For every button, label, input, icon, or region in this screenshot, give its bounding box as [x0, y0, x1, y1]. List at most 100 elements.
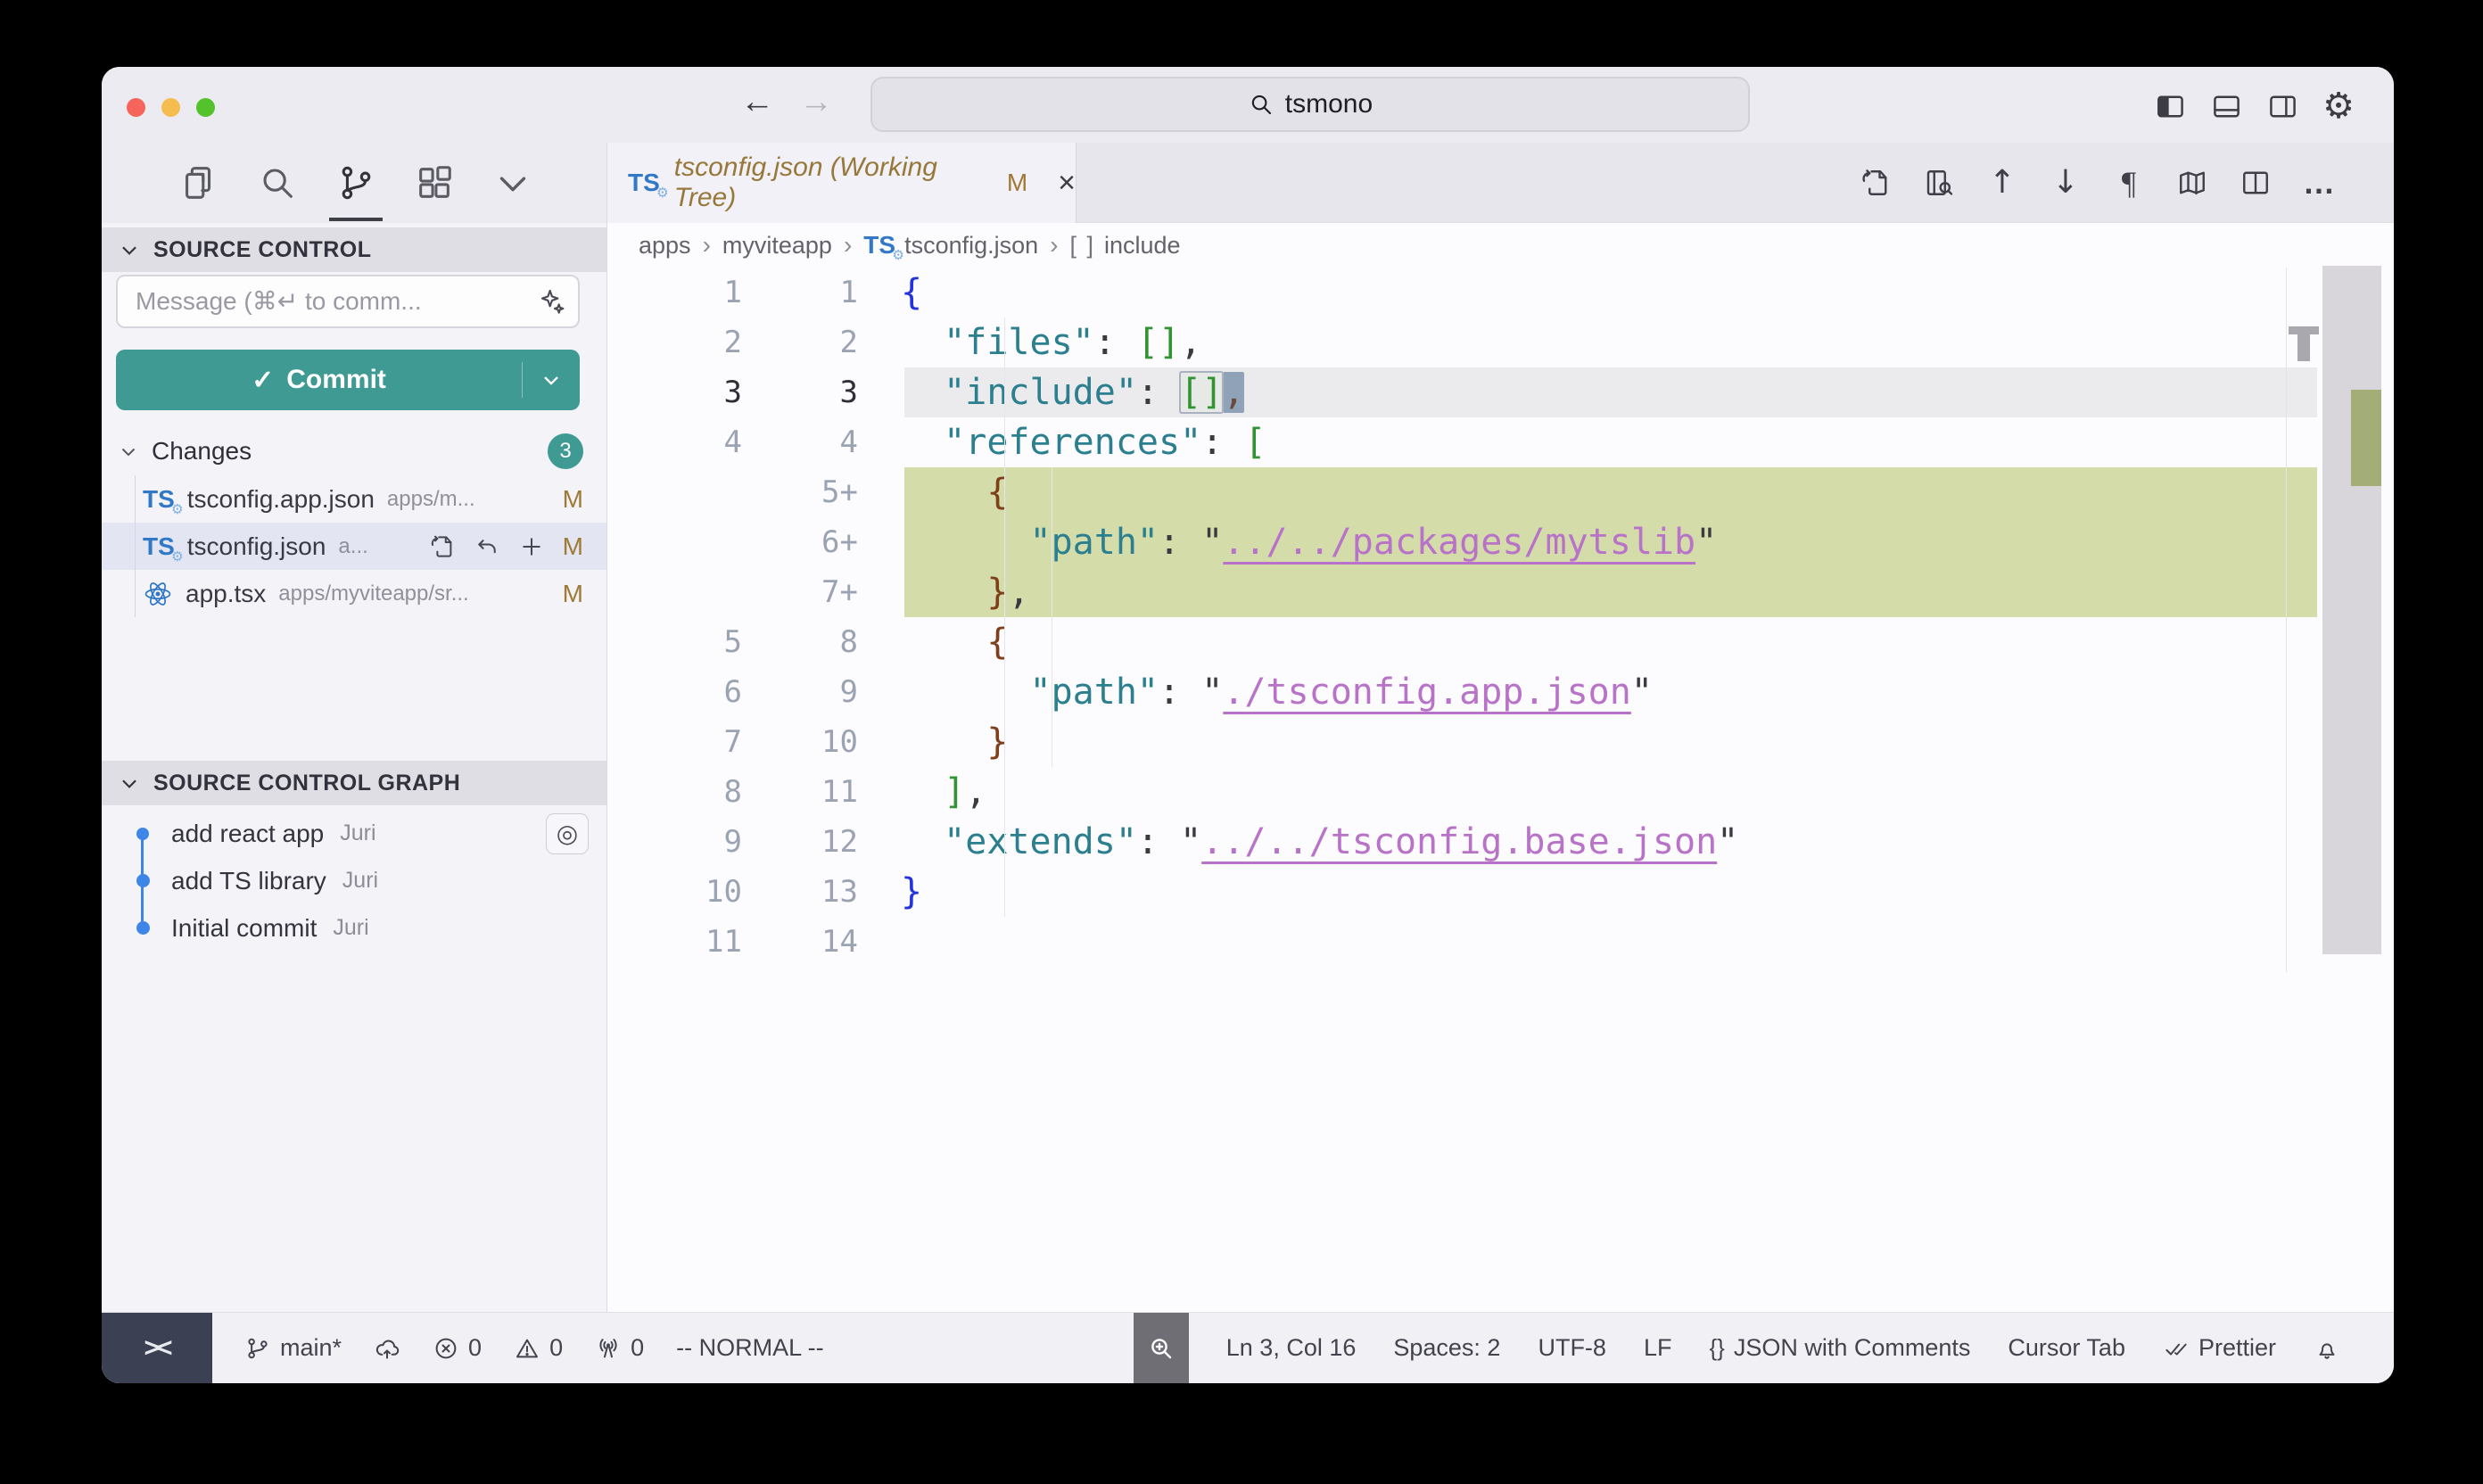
diff-line-row[interactable]: 8 11 ],	[606, 767, 2394, 817]
source-control-sidebar: SOURCE CONTROL ✓ Commit Changes 3 TS⚙ ts…	[102, 223, 606, 1312]
statusbar: >< main* 0 0 0 -- NORMAL -- Ln 3, Col 16 Space…	[102, 1312, 2394, 1383]
statusbar-ln-3-col-16[interactable]: Ln 3, Col 16	[1226, 1334, 1357, 1362]
statusbar-0[interactable]: 0	[433, 1334, 482, 1362]
prev-change-button[interactable]: ↑	[1984, 167, 2020, 199]
commit-dropdown-icon[interactable]	[523, 367, 580, 392]
changed-file-row[interactable]: app.tsx apps/myviteapp/sr... M	[102, 570, 606, 617]
search-value: tsmono	[1285, 89, 1373, 120]
diff-line-row[interactable]: 5+ {	[606, 467, 2394, 517]
file-path: a...	[338, 534, 367, 559]
statusbar-lf[interactable]: LF	[1644, 1334, 1672, 1362]
diff-line-row[interactable]: 7+ },	[606, 567, 2394, 617]
source-control-graph-header[interactable]: SOURCE CONTROL GRAPH	[102, 761, 606, 805]
diff-line-row[interactable]: 11 14	[606, 917, 2394, 967]
activity-source-control-button[interactable]	[334, 143, 378, 223]
breadcrumb-item[interactable]: [ ]include	[1069, 232, 1180, 260]
vertical-scrollbar[interactable]	[2322, 266, 2381, 954]
layout-sidebar-right-button[interactable]	[2266, 88, 2299, 124]
original-line-number	[606, 467, 742, 517]
minimize-window-button[interactable]	[161, 98, 180, 117]
diff-line-row[interactable]: 3 3 "include": [],	[606, 367, 2394, 417]
tab-modified-badge: M	[1007, 169, 1027, 197]
commit-row[interactable]: add TS library Juri	[102, 857, 606, 904]
commit-button[interactable]: ✓ Commit	[116, 350, 580, 410]
tree-indent-guide	[135, 475, 136, 617]
modified-line-number: 1	[742, 268, 858, 317]
statusbar-cloud-upload[interactable]	[374, 1335, 400, 1362]
bell-icon	[2314, 1335, 2340, 1362]
warning-triangle-icon	[514, 1335, 540, 1362]
statusbar-prettier[interactable]: Prettier	[2163, 1334, 2276, 1362]
diff-line-row[interactable]: 6+ "path": "../../packages/mytslib"	[606, 517, 2394, 567]
plus-button[interactable]	[518, 533, 545, 560]
diff-line-row[interactable]: 4 4 "references": [	[606, 417, 2394, 467]
statusbar-normal[interactable]: -- NORMAL --	[676, 1334, 823, 1362]
breadcrumb-item[interactable]: apps	[639, 232, 691, 260]
commit-row[interactable]: Initial commit Juri	[102, 904, 606, 952]
original-line-number	[606, 517, 742, 567]
go-to-file-button[interactable]	[429, 533, 456, 560]
layout-panel-bottom-button[interactable]	[2210, 88, 2243, 124]
statusbar-main[interactable]: main*	[244, 1334, 342, 1362]
window-layout-controls: ⚙	[2154, 88, 2355, 124]
activity-extensions-button[interactable]	[412, 143, 457, 223]
vscode-window: ← → tsmono ⚙ TS⚙ tsconfig.json (Working …	[102, 67, 2394, 1383]
code-line-text: }	[901, 717, 1008, 767]
statusbar-0[interactable]: 0	[595, 1334, 644, 1362]
forward-arrow-icon[interactable]: →	[799, 83, 833, 121]
git-branch-icon	[244, 1335, 271, 1362]
commit-message-input[interactable]	[118, 287, 537, 316]
code-area[interactable]: 1 1 { 2 2 "files": [], 3 3 "include": []…	[606, 268, 2394, 967]
activity-chevron-down-button[interactable]	[491, 143, 535, 223]
map-button[interactable]	[2174, 167, 2210, 199]
commit-row[interactable]: add react app Juri ◎	[102, 810, 606, 857]
zoom-window-button[interactable]	[196, 98, 215, 117]
whitespace-button[interactable]: ¶	[2111, 167, 2147, 199]
goto-current-history-item-button[interactable]: ◎	[546, 813, 589, 854]
changed-file-row[interactable]: TS⚙ tsconfig.json a... M	[102, 523, 606, 570]
sparkle-ai-icon[interactable]	[537, 287, 565, 316]
close-window-button[interactable]	[127, 98, 145, 117]
layout-sidebar-left-button[interactable]	[2154, 88, 2187, 124]
settings-gear-button[interactable]: ⚙	[2322, 88, 2355, 124]
diff-line-row[interactable]: 10 13 }	[606, 867, 2394, 917]
changed-file-row[interactable]: TS⚙ tsconfig.app.json apps/m... M	[102, 475, 606, 523]
more-button[interactable]: …	[2301, 167, 2337, 199]
source-control-header[interactable]: SOURCE CONTROL	[102, 227, 606, 272]
back-arrow-icon[interactable]: ←	[740, 83, 774, 121]
search-icon	[1248, 91, 1274, 118]
close-tab-icon[interactable]: ×	[1058, 166, 1076, 201]
code-line-text: "path": "./tsconfig.app.json"	[901, 667, 1653, 717]
statusbar-bell[interactable]	[2314, 1335, 2340, 1362]
open-preview-button[interactable]	[1921, 167, 1957, 199]
statusbar-spaces-2[interactable]: Spaces: 2	[1393, 1334, 1500, 1362]
command-center-search[interactable]: tsmono	[870, 77, 1750, 132]
commit-author: Juri	[340, 820, 375, 846]
activity-search-button[interactable]	[255, 143, 300, 223]
zoom-indicator-button[interactable]	[1134, 1313, 1189, 1383]
line-highlight-band	[904, 567, 2317, 617]
modified-status-badge: M	[563, 485, 583, 514]
code-line-text: "path": "../../packages/mytslib"	[901, 517, 1717, 567]
statusbar-utf-8[interactable]: UTF-8	[1538, 1334, 1606, 1362]
discard-button[interactable]	[474, 533, 500, 560]
open-changes-button[interactable]	[1858, 167, 1893, 199]
breadcrumb-item[interactable]: myviteapp	[722, 232, 832, 260]
original-line-number: 10	[606, 867, 742, 917]
diff-line-row[interactable]: 2 2 "files": [],	[606, 317, 2394, 367]
changes-section-header[interactable]: Changes 3	[102, 428, 606, 474]
statusbar-cursor-tab[interactable]: Cursor Tab	[2008, 1334, 2125, 1362]
next-change-button[interactable]: ↓	[2048, 167, 2083, 199]
diff-line-row[interactable]: 9 12 "extends": "../../tsconfig.base.jso…	[606, 817, 2394, 867]
breadcrumb-item[interactable]: TS⚙tsconfig.json	[863, 231, 1038, 260]
statusbar-0[interactable]: 0	[514, 1334, 563, 1362]
diff-line-row[interactable]: 6 9 "path": "./tsconfig.app.json"	[606, 667, 2394, 717]
statusbar-json-with-comments[interactable]: {}JSON with Comments	[1709, 1334, 1970, 1362]
remote-indicator-button[interactable]: ><	[102, 1313, 212, 1383]
split-editor-button[interactable]	[2238, 167, 2273, 199]
activity-files-button[interactable]	[177, 143, 221, 223]
diff-line-row[interactable]: 1 1 {	[606, 268, 2394, 317]
tab-tsconfig-working-tree[interactable]: TS⚙ tsconfig.json (Working Tree) M ×	[606, 143, 1077, 223]
diff-line-row[interactable]: 5 8 {	[606, 617, 2394, 667]
diff-line-row[interactable]: 7 10 }	[606, 717, 2394, 767]
